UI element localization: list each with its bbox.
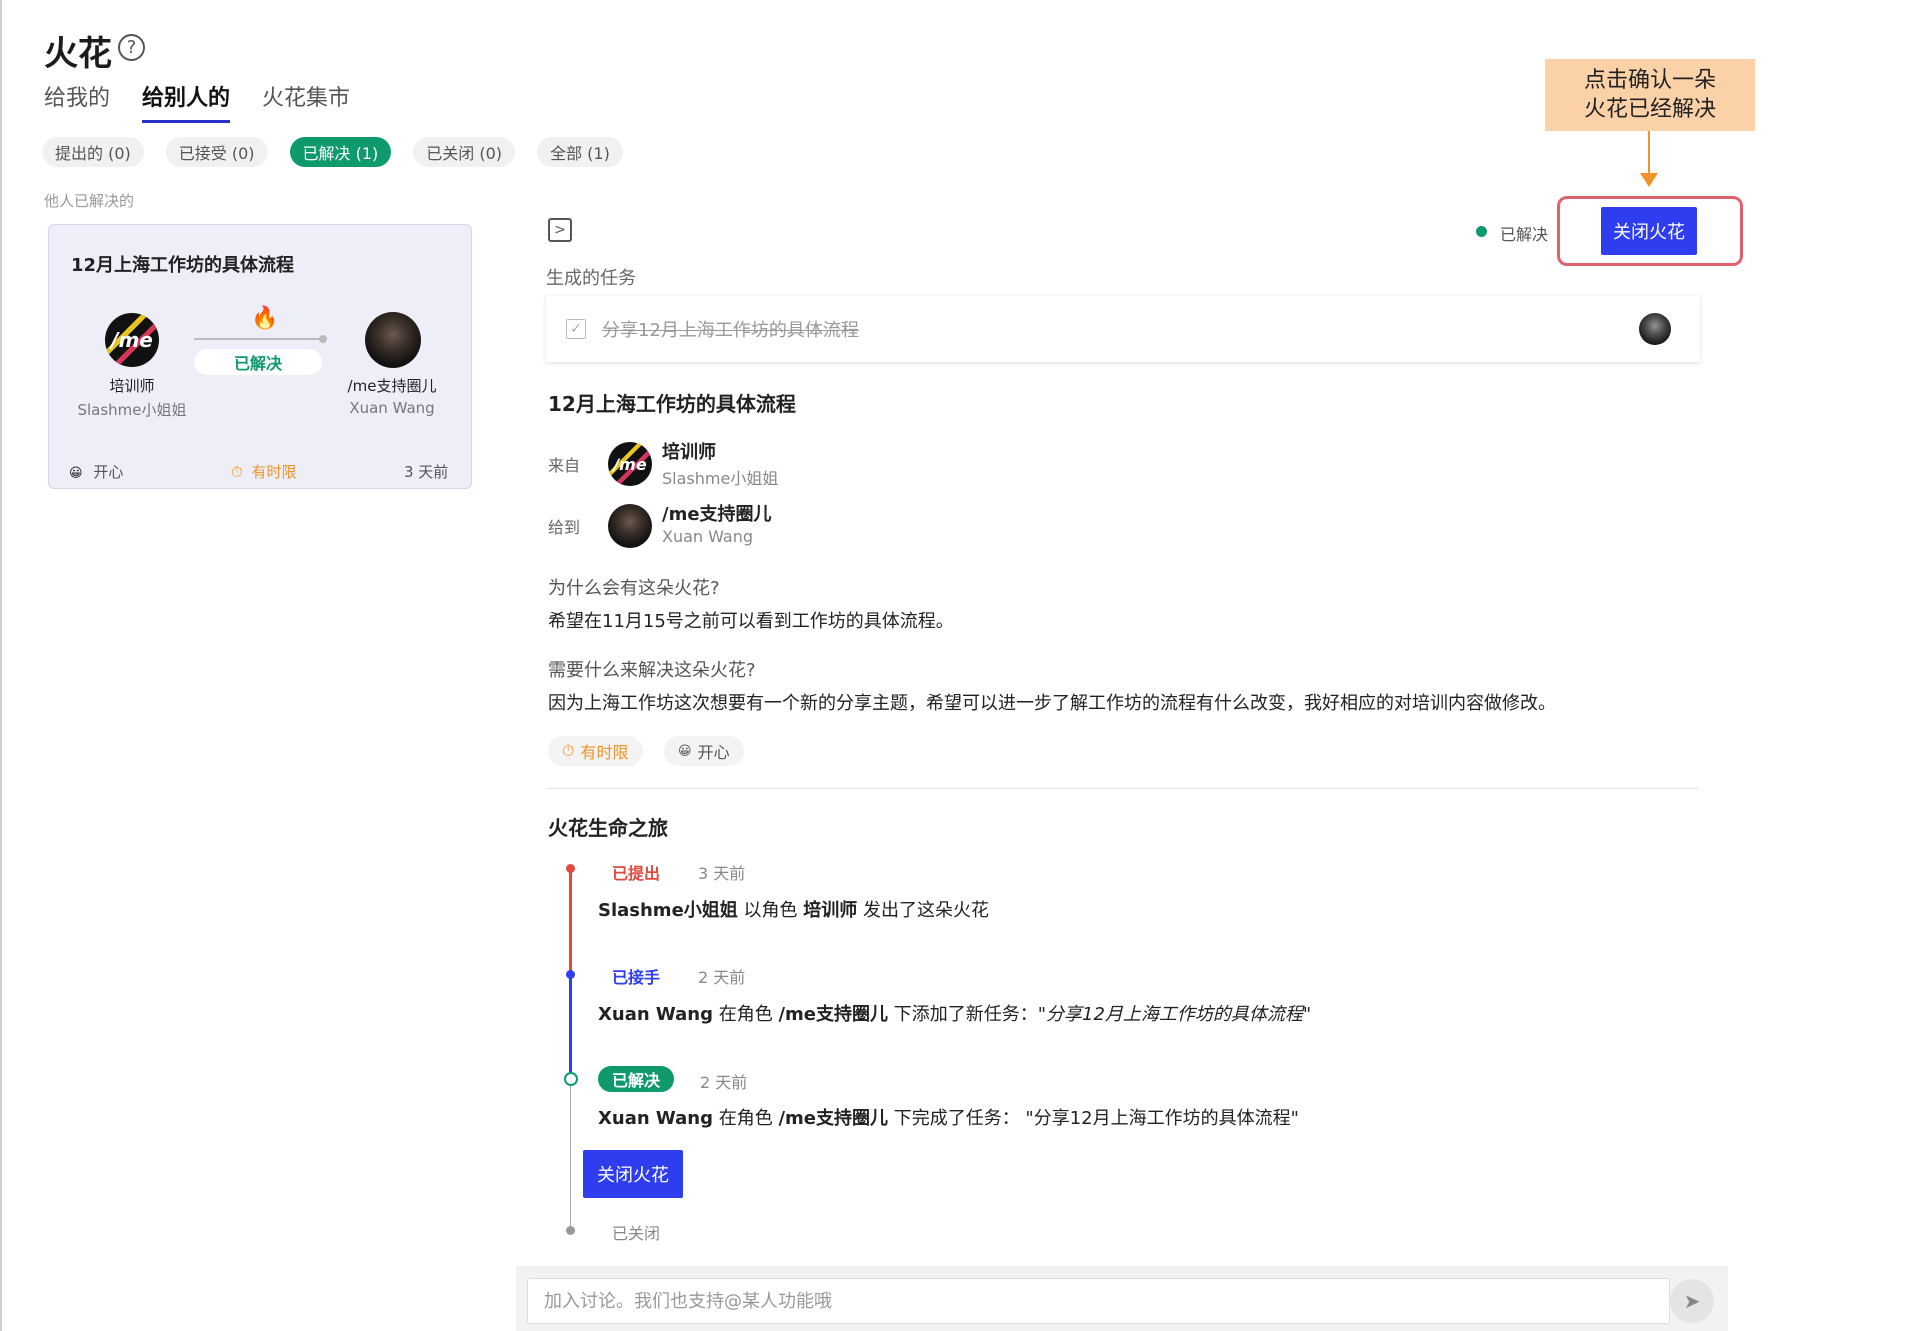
- event-text-resolved: Xuan Wang 在角色 /me支持圈儿 下完成了任务： "分享12月上海工作…: [598, 1108, 1299, 1129]
- clock-icon: ⏱: [231, 463, 243, 481]
- spark-card[interactable]: 12月上海工作坊的具体流程 /me 🔥 已解决 培训师 Slashme小姐姐 /…: [48, 224, 472, 489]
- event-status-proposed: 已提出: [612, 864, 661, 883]
- expand-panel-icon[interactable]: >: [548, 218, 572, 242]
- card-mood: 😀 开心: [69, 463, 124, 481]
- task-text: 分享12月上海工作坊的具体流程: [602, 320, 859, 341]
- timeline-dot-closed: [566, 1226, 575, 1235]
- timeline-segment-closed: [570, 1085, 571, 1229]
- fire-icon: 🔥: [251, 306, 279, 331]
- to-label: 给到: [548, 518, 581, 537]
- annotation-arrow-head: [1640, 173, 1658, 187]
- event-status-closed: 已关闭: [612, 1224, 661, 1243]
- to-avatar: [608, 504, 652, 548]
- tab-spark-market[interactable]: 火花集市: [262, 80, 350, 123]
- timeline-dot-resolved: [564, 1072, 578, 1086]
- filter-closed[interactable]: 已关闭 (0): [413, 137, 516, 167]
- filter-resolved[interactable]: 已解决 (1): [289, 137, 392, 167]
- task-checkbox[interactable]: ✓: [566, 319, 586, 339]
- close-spark-button-timeline[interactable]: 关闭火花: [583, 1150, 683, 1198]
- detail-title: 12月上海工作坊的具体流程: [548, 392, 796, 416]
- timeline-segment-proposed: [569, 868, 572, 974]
- event-time-proposed: 3 天前: [698, 864, 746, 883]
- timeline-dot-accepted: [566, 970, 575, 979]
- event-time-resolved: 2 天前: [700, 1073, 748, 1092]
- mood-icon: 😀: [678, 743, 692, 759]
- task-item[interactable]: ✓ 分享12月上海工作坊的具体流程: [546, 296, 1700, 362]
- why-answer: 希望在11月15号之前可以看到工作坊的具体流程。: [548, 611, 954, 632]
- card-to-avatar: [365, 312, 421, 368]
- to-sub: Xuan Wang: [662, 527, 754, 546]
- card-to-name: /me支持圈儿: [347, 377, 437, 395]
- page-title: 火花: [44, 34, 112, 74]
- tab-bar: 给我的 给别人的 火花集市: [44, 80, 382, 123]
- send-icon[interactable]: ➤: [1670, 1279, 1714, 1323]
- need-answer: 因为上海工作坊这次想要有一个新的分享主题，希望可以进一步了解工作坊的流程有什么改…: [548, 693, 1556, 714]
- mood-icon: 😀: [69, 466, 83, 481]
- tag-deadline: ⏱ 有时限: [548, 736, 643, 766]
- list-section-label: 他人已解决的: [44, 192, 135, 210]
- need-question: 需要什么来解决这朵火花?: [548, 660, 756, 681]
- close-spark-button-top[interactable]: 关闭火花: [1601, 207, 1697, 255]
- clock-icon: ⏱: [562, 741, 575, 760]
- card-connector-dot: [319, 335, 327, 343]
- tag-mood: 😀 开心: [664, 736, 744, 766]
- card-age: 3 天前: [404, 463, 449, 481]
- status-dot: [1476, 226, 1487, 237]
- event-status-resolved: 已解决: [598, 1066, 675, 1092]
- annotation-arrow-line: [1648, 131, 1650, 177]
- discussion-input[interactable]: [527, 1278, 1670, 1324]
- window-left-border: [0, 0, 2, 1331]
- card-status-badge: 已解决: [194, 349, 322, 375]
- tab-given-to-others[interactable]: 给别人的: [142, 80, 231, 123]
- card-deadline: ⏱ 有时限: [231, 463, 297, 481]
- card-from-avatar: /me: [105, 313, 159, 367]
- annotation-callout: 点击确认一朵 火花已经解决: [1545, 59, 1755, 131]
- filter-proposed[interactable]: 提出的 (0): [42, 137, 144, 167]
- event-text-proposed: Slashme小姐姐 以角色 培训师 发出了这朵火花: [598, 900, 989, 921]
- detail-status: 已解决: [1500, 225, 1549, 244]
- timeline-segment-accepted: [569, 974, 572, 1078]
- to-name: /me支持圈儿: [662, 504, 772, 525]
- from-avatar: /me: [608, 442, 652, 486]
- help-icon[interactable]: ?: [118, 34, 145, 61]
- tab-given-to-me[interactable]: 给我的: [44, 80, 110, 123]
- card-from-sub: Slashme小姐姐: [77, 401, 187, 419]
- event-text-accepted: Xuan Wang 在角色 /me支持圈儿 下添加了新任务："分享12月上海工作…: [598, 1004, 1312, 1025]
- from-label: 来自: [548, 456, 581, 475]
- card-to-sub: Xuan Wang: [349, 399, 435, 417]
- card-from-name: 培训师: [109, 377, 155, 395]
- card-title: 12月上海工作坊的具体流程: [71, 255, 295, 276]
- from-sub: Slashme小姐姐: [662, 469, 779, 488]
- section-divider: [548, 788, 1698, 789]
- filter-accepted[interactable]: 已接受 (0): [165, 137, 268, 167]
- event-time-accepted: 2 天前: [698, 968, 746, 987]
- card-connector-line: [194, 338, 324, 340]
- event-status-accepted: 已接手: [612, 968, 661, 987]
- from-name: 培训师: [662, 442, 716, 463]
- generated-tasks-label: 生成的任务: [546, 268, 636, 289]
- why-question: 为什么会有这朵火花?: [548, 578, 720, 599]
- task-assignee-avatar: [1639, 313, 1671, 345]
- timeline-dot-proposed: [566, 864, 575, 873]
- timeline-title: 火花生命之旅: [548, 816, 668, 840]
- filter-all[interactable]: 全部 (1): [537, 137, 623, 167]
- filter-pills: 提出的 (0) 已接受 (0) 已解决 (1) 已关闭 (0) 全部 (1): [42, 137, 645, 167]
